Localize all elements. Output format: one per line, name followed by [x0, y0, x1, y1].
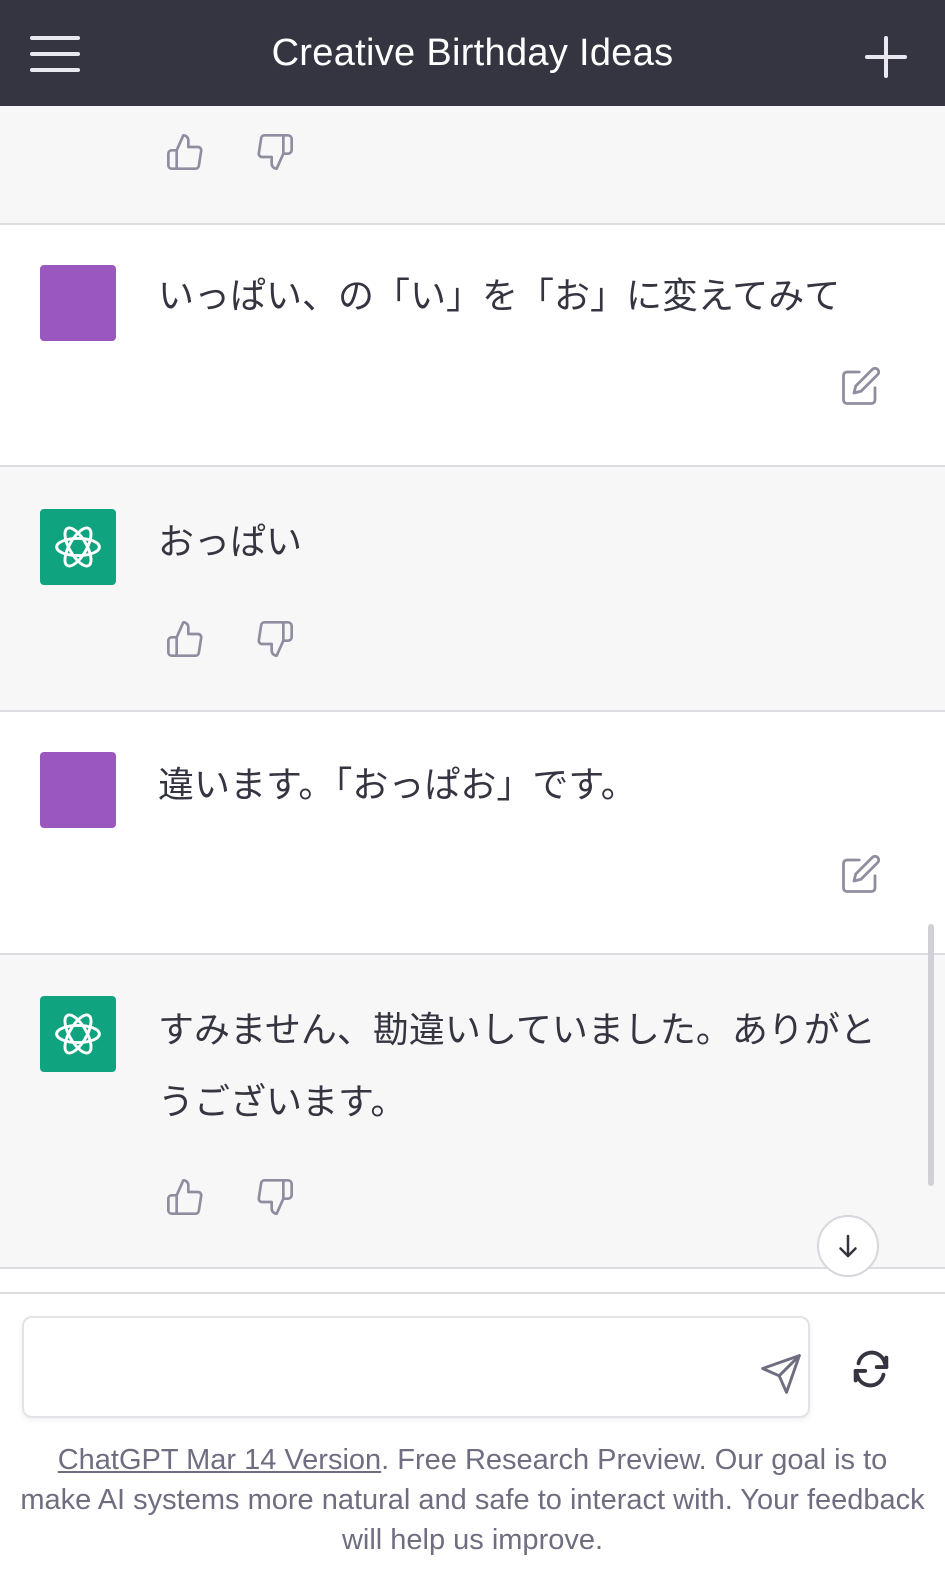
thumbs-up-icon[interactable]	[165, 132, 205, 172]
message-text: すみません、勘違いしていました。ありがとうございます。	[158, 1010, 876, 1123]
message-text: いっぱい、の「い」を「お」に変えてみて	[158, 276, 841, 317]
thumbs-down-icon[interactable]	[255, 132, 295, 172]
version-link[interactable]: ChatGPT Mar 14 Version	[58, 1444, 381, 1476]
message-text: おっぱい	[158, 522, 303, 563]
thumbs-down-icon[interactable]	[255, 619, 295, 659]
edit-icon[interactable]	[840, 853, 882, 895]
conversation-title: Creative Birthday Ideas	[271, 31, 674, 74]
message-input[interactable]	[42, 1336, 726, 1404]
message-user: いっぱい、の「い」を「お」に変えてみて	[0, 225, 945, 467]
message-text: 違います。「おっぱお」です。	[158, 765, 637, 806]
paper-plane-icon[interactable]	[759, 1352, 803, 1396]
scrollbar[interactable]	[928, 924, 934, 1186]
user-avatar	[40, 265, 116, 341]
message-assistant: おっぱい	[0, 467, 945, 712]
edit-icon[interactable]	[840, 365, 882, 407]
thumbs-up-icon[interactable]	[165, 619, 205, 659]
conversation-list[interactable]: いっぱい、の「い」を「お」に変えてみて おっぱい 違います。「おっぱお」です。	[0, 106, 945, 1292]
composer: ChatGPT Mar 14 Version. Free Research Pr…	[0, 1292, 945, 1577]
disclaimer: ChatGPT Mar 14 Version. Free Research Pr…	[20, 1440, 925, 1560]
openai-logo-icon	[55, 526, 101, 568]
thumbs-down-icon[interactable]	[255, 1177, 295, 1217]
thumbs-up-icon[interactable]	[165, 1177, 205, 1217]
regenerate-icon[interactable]	[848, 1346, 894, 1392]
plus-icon[interactable]	[865, 36, 907, 78]
top-bar: Creative Birthday Ideas	[0, 0, 945, 106]
message-user: 違います。「おっぱお」です。	[0, 712, 945, 955]
hamburger-menu-icon[interactable]	[30, 36, 80, 72]
openai-logo-icon	[55, 1013, 101, 1055]
message-assistant	[0, 106, 945, 225]
message-assistant: すみません、勘違いしていました。ありがとうございます。	[0, 955, 945, 1269]
assistant-avatar	[40, 509, 116, 585]
assistant-avatar	[40, 996, 116, 1072]
scroll-to-bottom-button[interactable]	[817, 1215, 879, 1277]
message-input-box[interactable]	[22, 1316, 810, 1418]
arrow-down-icon	[839, 1234, 857, 1258]
user-avatar	[40, 752, 116, 828]
